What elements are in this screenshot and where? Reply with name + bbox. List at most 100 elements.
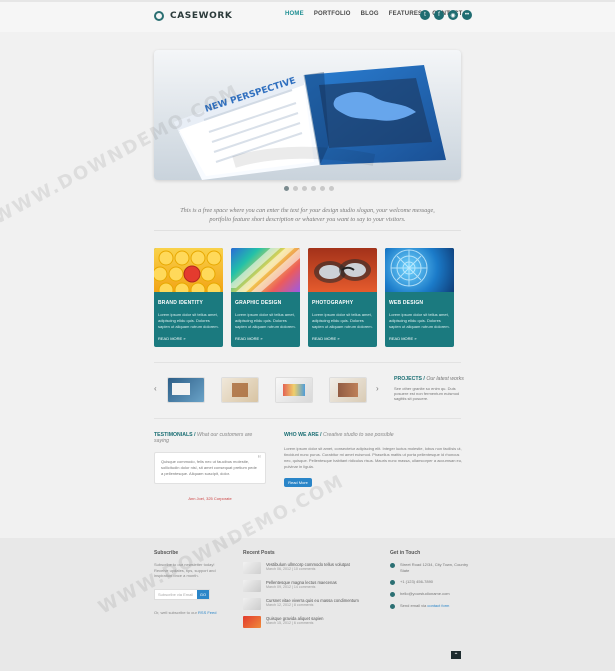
subscribe-go-button[interactable]: GO (197, 589, 209, 599)
recent-post[interactable]: Cursnet vitae viverra quis eu massa cond… (243, 598, 373, 610)
service-title: GRAPHIC DESIGN (235, 300, 282, 306)
footer-subscribe-title: Subscribe (154, 550, 179, 556)
projects-heading: PROJECTS / Our latest works (394, 376, 464, 382)
contact-form-text: Send email via contact form (400, 603, 449, 609)
service-card-graphic-design[interactable]: GRAPHIC DESIGN Lorem ipsum dolor sit tel… (231, 248, 300, 347)
service-read-more-link[interactable]: READ MORE » (235, 336, 263, 341)
slogan-line-2: portfolio feature short description or w… (209, 216, 406, 223)
email-icon (390, 592, 395, 597)
service-read-more-link[interactable]: READ MORE » (389, 336, 417, 341)
subscribe-email-placeholder: Subscribe via Email (158, 591, 194, 597)
chevron-left-icon[interactable]: ‹ (154, 384, 157, 393)
post-date: March 15, 2012 | 6 comments (266, 621, 314, 625)
post-thumbnail (243, 580, 261, 592)
services-grid: BRAND IDENTITY Lorem ipsum dolor sit tel… (154, 248, 461, 347)
chevron-right-icon[interactable]: › (376, 384, 379, 393)
twitter-icon[interactable]: t (420, 10, 430, 20)
who-we-are-text: Lorem ipsum dolor sit amet, consectetur … (284, 446, 463, 469)
service-card-brand-identity[interactable]: BRAND IDENTITY Lorem ipsum dolor sit tel… (154, 248, 223, 347)
service-card-web-design[interactable]: WEB DESIGN Lorem ipsum dolor sit tellus … (385, 248, 454, 347)
projects-carousel: ‹ › (154, 376, 384, 406)
slider-dot[interactable] (320, 186, 325, 191)
divider (154, 418, 461, 419)
footer-recent-posts: Recent Posts Vestibulum ullmcorp commodo… (243, 550, 373, 628)
slider-dot[interactable] (302, 186, 307, 191)
footer-subscribe-text: Subscribe to our newsletter today! Recei… (154, 562, 216, 578)
slider-dot[interactable] (329, 186, 334, 191)
recent-post[interactable]: Quisque gravida aliquet sapien March 15,… (243, 616, 373, 628)
service-title: PHOTOGRAPHY (312, 300, 354, 306)
nav-features[interactable]: FEATURES (389, 11, 423, 17)
testimonial-author: Ann Joel, 325 Corporate (188, 496, 232, 501)
rss-prefix: Or, well subscribe to our (154, 609, 197, 615)
who-we-are-section: WHO WE ARE / Creative studio to see poss… (284, 432, 464, 487)
post-date: March 09, 2012 | 14 comments (266, 585, 316, 589)
recent-post[interactable]: Vestibulum ullmcorp commodo tellus volut… (243, 562, 373, 574)
read-more-button[interactable]: Read More (284, 478, 312, 487)
contact-form-row: Send email via contact form (390, 603, 470, 609)
flickr-icon[interactable]: •• (462, 10, 472, 20)
contact-address-row: Street Road 12/34, City Town, Country St… (390, 562, 470, 573)
nav-home[interactable]: HOME (285, 11, 304, 17)
project-thumb[interactable] (222, 378, 258, 402)
service-read-more-link[interactable]: READ MORE » (312, 336, 340, 341)
post-date: March 06, 2012 | 10 comments (266, 567, 316, 571)
recent-post[interactable]: Pellentesque magna lectus maecenas March… (243, 580, 373, 592)
footer-contact: Get in Touch Street Road 12/34, City Tow… (390, 550, 470, 609)
service-text: Lorem ipsum dolor sit tellus amet, adipi… (312, 312, 373, 329)
location-icon (390, 563, 395, 568)
chevron-up-icon: ⌃ (453, 652, 459, 659)
graphic-design-image (231, 248, 300, 292)
web-design-image (385, 248, 454, 292)
recent-posts-title: Recent Posts (243, 550, 275, 556)
contact-form-link[interactable]: contact form (427, 603, 449, 608)
contact-email[interactable]: hello@yourstudioname.com (400, 591, 450, 597)
back-to-top-button[interactable]: ⌃ (451, 651, 461, 659)
project-thumb[interactable] (168, 378, 204, 402)
slider-dot[interactable] (284, 186, 289, 191)
contact-email-row: hello@yourstudioname.com (390, 591, 470, 597)
project-thumb[interactable] (276, 378, 312, 402)
nav-portfolio[interactable]: PORTFOLIO (314, 11, 351, 17)
footer-rss-line: Or, well subscribe to our RSS Feed (154, 610, 230, 615)
footer-subscribe: Subscribe Subscribe to our newsletter to… (154, 550, 230, 615)
rss-feed-link[interactable]: RSS Feed (198, 610, 216, 615)
testimonial-quote-box: “ Quisque commodo, felis nec ut faucibus… (154, 452, 266, 484)
contact-form-prefix: Send email via (400, 603, 427, 608)
divider (154, 362, 461, 363)
service-title: WEB DESIGN (389, 300, 424, 306)
contact-phone-row: +1 (123) 456-7890 (390, 579, 470, 585)
facebook-icon[interactable]: f (434, 10, 444, 20)
who-we-are-title: WHO WE ARE (284, 432, 319, 438)
slider-pagination (284, 186, 334, 191)
post-thumbnail (243, 616, 261, 628)
projects-text: See other granite so enim qu. Duis posue… (394, 386, 460, 401)
subscribe-email-input[interactable]: Subscribe via Email GO (154, 588, 210, 600)
projects-title: PROJECTS (394, 376, 422, 382)
post-date: March 12, 2012 | 8 comments (266, 603, 314, 607)
service-card-photography[interactable]: PHOTOGRAPHY Lorem ipsum dolor sit tellus… (308, 248, 377, 347)
header-bar: CASEWORK HOME PORTFOLIO BLOG FEATURES CO… (0, 0, 615, 32)
projects-subtitle: Our latest works (426, 376, 464, 382)
who-we-are-heading: WHO WE ARE / Creative studio to see poss… (284, 432, 394, 438)
service-text: Lorem ipsum dolor sit tellus amet, adipi… (235, 312, 296, 329)
rss-icon[interactable]: ◉ (448, 10, 458, 20)
contact-title: Get in Touch (390, 550, 421, 556)
hero-slider[interactable]: NEW PERSPECTIVE (154, 50, 461, 180)
divider (154, 230, 461, 231)
nav-blog[interactable]: BLOG (361, 11, 379, 17)
slider-dot[interactable] (311, 186, 316, 191)
hero-magazine-image: NEW PERSPECTIVE (154, 50, 461, 180)
quote-icon: “ (257, 454, 261, 465)
logo[interactable]: CASEWORK (154, 11, 232, 21)
phone-icon (390, 580, 395, 585)
slider-dot[interactable] (293, 186, 298, 191)
testimonials-section: TESTIMONIALS / What our customers are sa… (154, 432, 266, 501)
service-read-more-link[interactable]: READ MORE » (158, 336, 186, 341)
brand-identity-image (154, 248, 223, 292)
who-we-are-subtitle: Creative studio to see possible (323, 432, 394, 438)
contact-address: Street Road 12/34, City Town, Country St… (400, 562, 469, 573)
post-thumbnail (243, 562, 261, 574)
photography-image (308, 248, 377, 292)
project-thumb[interactable] (330, 378, 366, 402)
